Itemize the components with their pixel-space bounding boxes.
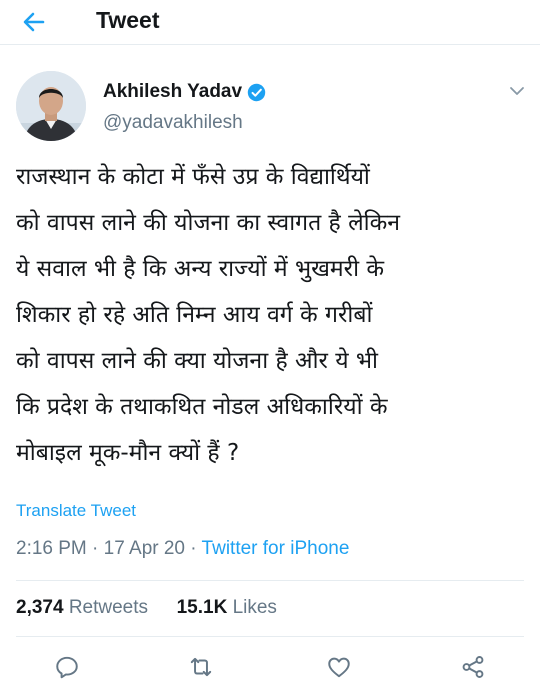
likes-stat[interactable]: 15.1K Likes (177, 597, 277, 618)
tweet-text: राजस्थान के कोटा में फँसे उप्र के विद्या… (16, 154, 526, 476)
tweet-text-line: कि प्रदेश के तथाकथित नोडल अधिकारियों के (16, 394, 388, 420)
meta-separator: · (190, 538, 197, 559)
profile-photo (16, 71, 86, 141)
likes-label: Likes (232, 597, 277, 618)
tweet-text-line: को वापस लाने की योजना का स्वागत है लेकिन (16, 210, 401, 236)
page-title: Tweet (96, 7, 160, 33)
retweets-stat[interactable]: 2,374 Retweets (16, 597, 153, 618)
tweet-source-link[interactable]: Twitter for iPhone (202, 538, 350, 559)
translate-tweet-link[interactable]: Translate Tweet (16, 501, 136, 521)
tweet-detail-screen: Tweet Akhilesh Yadav @yadavakhilesh राजस… (0, 0, 540, 683)
author-name-row: Akhilesh Yadav (103, 79, 266, 105)
reply-icon[interactable] (54, 654, 80, 680)
tweet-text-line: शिकार हो रहे अति निम्न आय वर्ग के गरीबों (16, 302, 373, 328)
tweet-text-line: राजस्थान के कोटा में फँसे उप्र के विद्या… (16, 164, 370, 190)
tweet-text-line: मोबाइल मूक-मौन क्यों हैं ? (16, 440, 240, 466)
divider (16, 636, 524, 637)
meta-separator: · (92, 538, 99, 559)
tweet-text-line: को वापस लाने की क्या योजना है और ये भी (16, 348, 379, 374)
arrow-left-icon[interactable] (18, 6, 50, 38)
retweet-icon[interactable] (188, 654, 214, 680)
retweets-label: Retweets (68, 597, 149, 618)
heart-icon[interactable] (326, 654, 352, 680)
divider (16, 580, 524, 581)
likes-count: 15.1K (176, 597, 228, 618)
tweet-text-line: ये सवाल भी है कि अन्य राज्यों में भुखमरी… (16, 256, 385, 282)
chevron-down-icon[interactable] (508, 84, 526, 98)
retweets-count: 2,374 (16, 597, 64, 618)
avatar[interactable] (16, 71, 86, 141)
author-handle[interactable]: @yadavakhilesh (103, 112, 243, 134)
share-icon[interactable] (460, 654, 486, 680)
tweet-stats-row: 2,374 Retweets 15.1K Likes (16, 597, 277, 619)
author-display-name[interactable]: Akhilesh Yadav (103, 81, 242, 103)
tweet-timestamp-row: 2:16 PM · 17 Apr 20 · Twitter for iPhone (16, 538, 349, 560)
verified-badge-icon (247, 83, 266, 101)
tweet-date: 17 Apr 20 (103, 538, 185, 559)
tweet-time: 2:16 PM (16, 538, 87, 559)
top-app-bar: Tweet (0, 0, 540, 45)
